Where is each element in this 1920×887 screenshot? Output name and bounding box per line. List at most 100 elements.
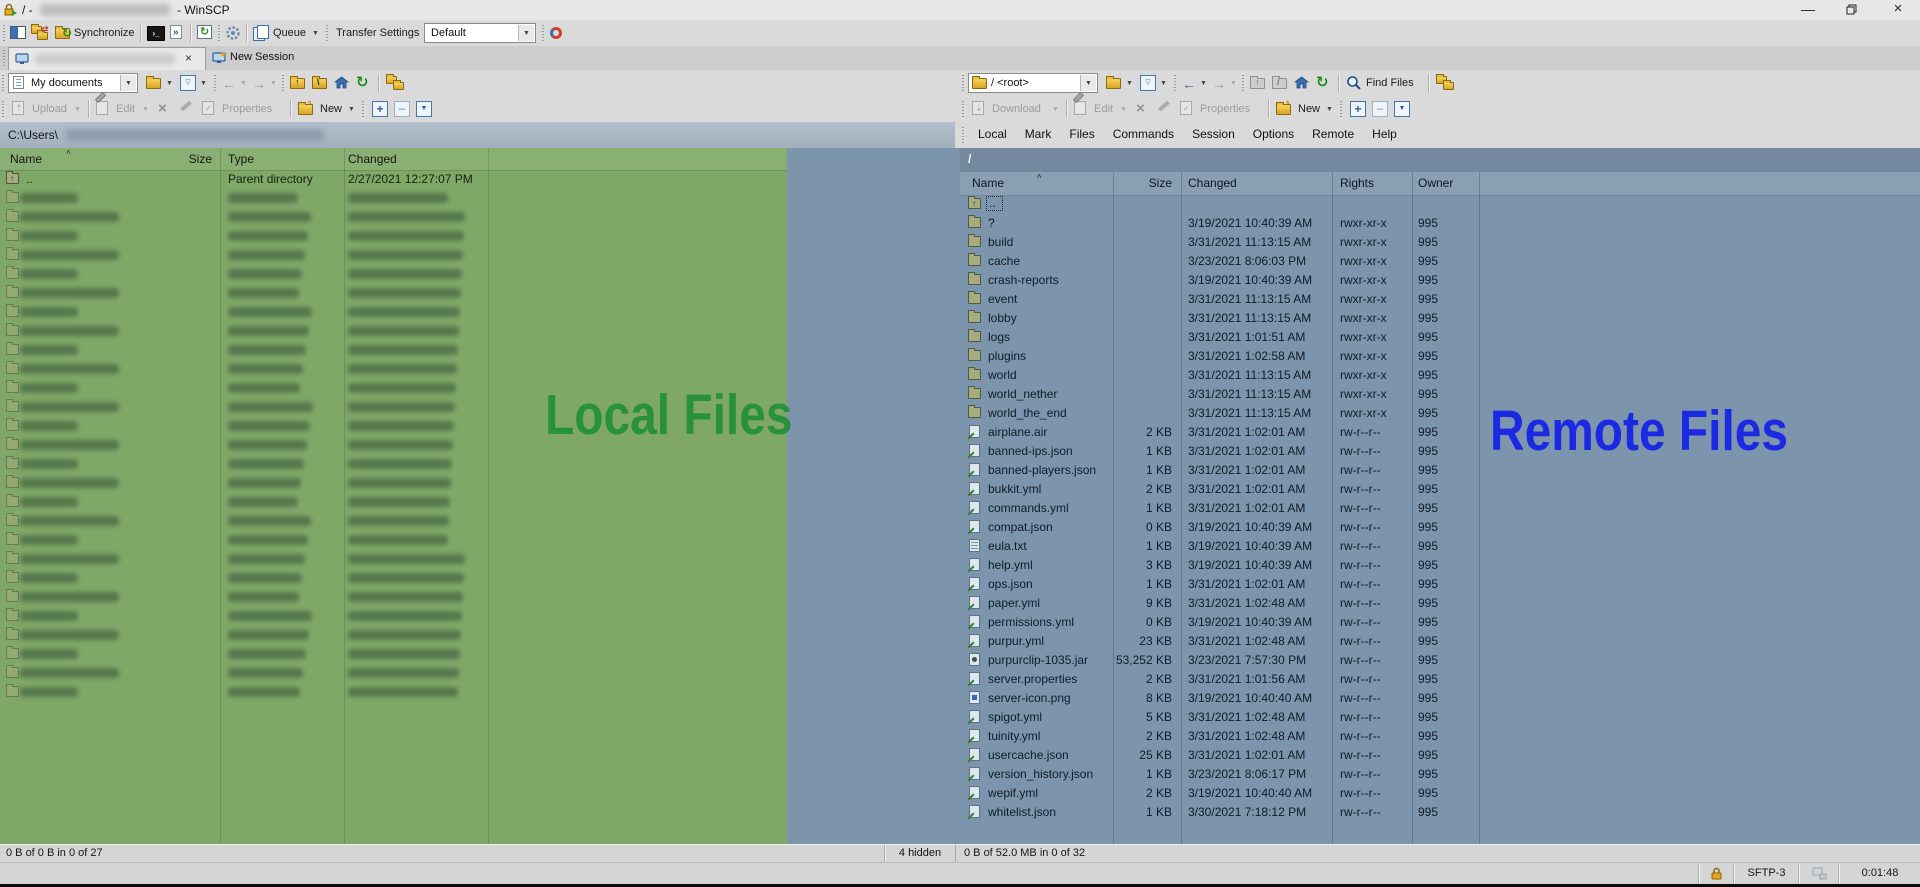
restore-button[interactable]	[1830, 0, 1874, 19]
session-tab-active[interactable]: ×	[8, 47, 206, 70]
table-row-redacted[interactable]	[0, 284, 787, 303]
upload-dropdown[interactable]: ▼	[74, 106, 81, 113]
local-col-type[interactable]: Type	[228, 152, 254, 166]
menu-session[interactable]: Session	[1183, 122, 1244, 147]
commander-layout-icon[interactable]	[10, 26, 26, 39]
upload-button[interactable]: Upload	[32, 103, 67, 115]
edit-button[interactable]: Edit	[116, 103, 135, 115]
table-row-redacted[interactable]	[0, 341, 787, 360]
open-directory-dropdown[interactable]: ▼	[166, 80, 173, 87]
table-row[interactable]: whitelist.json1 KB3/30/2021 7:18:12 PMrw…	[960, 803, 1920, 822]
protocol-segment[interactable]: SFTP-3	[1733, 863, 1799, 885]
table-row-redacted[interactable]	[0, 322, 787, 341]
open-directory-icon[interactable]	[146, 78, 161, 89]
toolbar-grip[interactable]	[214, 75, 216, 91]
new-dropdown[interactable]: ▼	[1326, 106, 1333, 113]
selection-filter-icon[interactable]: ▼	[1394, 101, 1410, 117]
new-button[interactable]: New	[1298, 103, 1320, 115]
table-row[interactable]: ops.json1 KB3/31/2021 1:02:01 AMrw-r--r-…	[960, 575, 1920, 594]
local-path-bar[interactable]: C:\Users\	[0, 122, 955, 149]
find-files-button[interactable]: Find Files	[1366, 77, 1414, 89]
table-row-redacted[interactable]	[0, 208, 787, 227]
properties-button[interactable]: Properties	[222, 103, 272, 115]
toolbar-grip[interactable]	[3, 25, 5, 41]
toolbar-grip[interactable]	[362, 101, 364, 117]
forward-icon[interactable]: →	[1212, 77, 1226, 91]
table-row-redacted[interactable]	[0, 607, 787, 626]
download-button[interactable]: Download	[992, 103, 1041, 115]
table-row[interactable]: tuinity.yml2 KB3/31/2021 1:02:48 AMrw-r-…	[960, 727, 1920, 746]
home-directory-icon[interactable]	[334, 76, 349, 92]
table-row[interactable]: event3/31/2021 11:13:15 AMrwxr-xr-x995	[960, 290, 1920, 309]
edit-dropdown[interactable]: ▼	[142, 106, 149, 113]
synchronize-browsing-icon[interactable]: ⇄	[31, 25, 49, 41]
remote-col-rights[interactable]: Rights	[1340, 176, 1374, 190]
remote-col-changed[interactable]: Changed	[1188, 176, 1237, 190]
table-row[interactable]: usercache.json25 KB3/31/2021 1:02:01 AMr…	[960, 746, 1920, 765]
track-folder-icon[interactable]	[1436, 76, 1456, 91]
parent-directory-icon[interactable]: ↑	[1250, 77, 1267, 90]
table-row-redacted[interactable]	[0, 683, 787, 702]
table-row[interactable]: purpur.yml23 KB3/31/2021 1:02:48 AMrw-r-…	[960, 632, 1920, 651]
toolbar-grip[interactable]	[1340, 101, 1342, 117]
filter-dropdown[interactable]: ▼	[1160, 80, 1167, 87]
home-directory-icon[interactable]	[1294, 76, 1309, 92]
table-row-redacted[interactable]	[0, 474, 787, 493]
table-row-redacted[interactable]	[0, 189, 787, 208]
selection-filter-icon[interactable]: ▼	[416, 101, 432, 117]
table-row-redacted[interactable]	[0, 246, 787, 265]
local-drive-combo[interactable]: My documents ▼	[8, 73, 138, 93]
toolbar-grip[interactable]	[2, 101, 4, 117]
back-icon[interactable]: ←	[1182, 77, 1196, 91]
filter-icon[interactable]: ▽	[180, 75, 196, 91]
menu-help[interactable]: Help	[1363, 122, 1406, 147]
table-row[interactable]: purpurclip-1035.jar53,252 KB3/23/2021 7:…	[960, 651, 1920, 670]
remote-parent-row[interactable]: ↑ ..	[960, 195, 1920, 214]
toolbar-grip[interactable]	[326, 25, 328, 41]
refresh-icon[interactable]: ↻	[356, 75, 369, 90]
menu-options[interactable]: Options	[1244, 122, 1303, 147]
menu-commands[interactable]: Commands	[1104, 122, 1183, 147]
forward-dropdown[interactable]: ▼	[1230, 80, 1237, 87]
filter-dropdown[interactable]: ▼	[200, 80, 207, 87]
table-row[interactable]: help.yml3 KB3/19/2021 10:40:39 AMrw-r--r…	[960, 556, 1920, 575]
table-row[interactable]: cache3/23/2021 8:06:03 PMrwxr-xr-x995	[960, 252, 1920, 271]
toolbar-grip[interactable]	[1174, 75, 1176, 91]
parent-directory-icon[interactable]: ↑	[290, 77, 307, 90]
table-row-redacted[interactable]	[0, 645, 787, 664]
toolbar-grip[interactable]	[218, 25, 220, 41]
transfer-settings-combo[interactable]: Default ▼	[424, 23, 536, 43]
new-button[interactable]: New	[320, 103, 342, 115]
table-row-redacted[interactable]	[0, 569, 787, 588]
menu-remote[interactable]: Remote	[1303, 122, 1363, 147]
toolbar-grip[interactable]	[2, 75, 4, 91]
download-dropdown[interactable]: ▼	[1052, 106, 1059, 113]
table-row-redacted[interactable]	[0, 303, 787, 322]
table-row[interactable]: plugins3/31/2021 1:02:58 AMrwxr-xr-x995	[960, 347, 1920, 366]
local-col-changed[interactable]: Changed	[348, 152, 397, 166]
back-dropdown[interactable]: ▼	[1200, 80, 1207, 87]
edit-button[interactable]: Edit	[1094, 103, 1113, 115]
toolbar-grip[interactable]	[282, 75, 284, 91]
preferences-gear-icon[interactable]	[225, 25, 241, 44]
delete-icon[interactable]: ×	[158, 101, 167, 116]
table-row[interactable]: crash-reports3/19/2021 10:40:39 AMrwxr-x…	[960, 271, 1920, 290]
refresh-icon[interactable]: ↻	[1316, 75, 1329, 90]
delete-icon[interactable]: ×	[1136, 101, 1145, 116]
open-directory-dropdown[interactable]: ▼	[1126, 80, 1133, 87]
table-row-redacted[interactable]	[0, 493, 787, 512]
tab-close-icon[interactable]: ×	[185, 51, 192, 65]
toolbar-grip[interactable]	[3, 50, 5, 66]
table-row[interactable]: lobby3/31/2021 11:13:15 AMrwxr-xr-x995	[960, 309, 1920, 328]
toolbar-grip[interactable]	[962, 75, 964, 91]
table-row[interactable]: server.properties2 KB3/31/2021 1:01:56 A…	[960, 670, 1920, 689]
back-dropdown[interactable]: ▼	[240, 80, 247, 87]
root-directory-icon[interactable]: /	[1272, 77, 1289, 90]
menu-files[interactable]: Files	[1060, 122, 1103, 147]
secure-lock-segment[interactable]	[1698, 863, 1734, 885]
forward-icon[interactable]: →	[252, 77, 266, 91]
properties-button[interactable]: Properties	[1200, 103, 1250, 115]
toolbar-grip[interactable]	[1242, 75, 1244, 91]
table-row[interactable]: commands.yml1 KB3/31/2021 1:02:01 AMrw-r…	[960, 499, 1920, 518]
open-console-icon[interactable]: ›_	[147, 26, 165, 41]
